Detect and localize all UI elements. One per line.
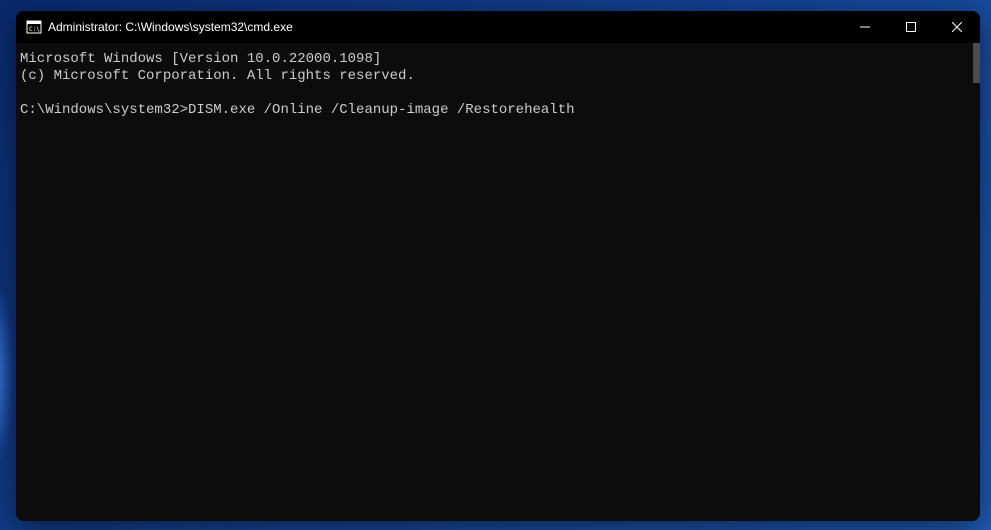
titlebar[interactable]: C:\ Administrator: C:\Windows\system32\c… [16, 11, 980, 43]
window-controls [842, 11, 980, 43]
terminal-body[interactable]: Microsoft Windows [Version 10.0.22000.10… [16, 43, 980, 521]
svg-text:C:\: C:\ [29, 26, 40, 33]
close-button[interactable] [934, 11, 980, 43]
desktop-background-accent [0, 280, 14, 470]
scrollbar-thumb[interactable] [973, 43, 980, 83]
version-line: Microsoft Windows [Version 10.0.22000.10… [20, 51, 381, 67]
maximize-button[interactable] [888, 11, 934, 43]
terminal-output: Microsoft Windows [Version 10.0.22000.10… [20, 51, 980, 119]
window-title: Administrator: C:\Windows\system32\cmd.e… [48, 20, 842, 34]
prompt: C:\Windows\system32> [20, 102, 188, 118]
command-input[interactable]: DISM.exe /Online /Cleanup-image /Restore… [188, 102, 574, 118]
cmd-icon: C:\ [26, 19, 42, 35]
copyright-line: (c) Microsoft Corporation. All rights re… [20, 68, 415, 84]
minimize-button[interactable] [842, 11, 888, 43]
cmd-window: C:\ Administrator: C:\Windows\system32\c… [16, 11, 980, 521]
